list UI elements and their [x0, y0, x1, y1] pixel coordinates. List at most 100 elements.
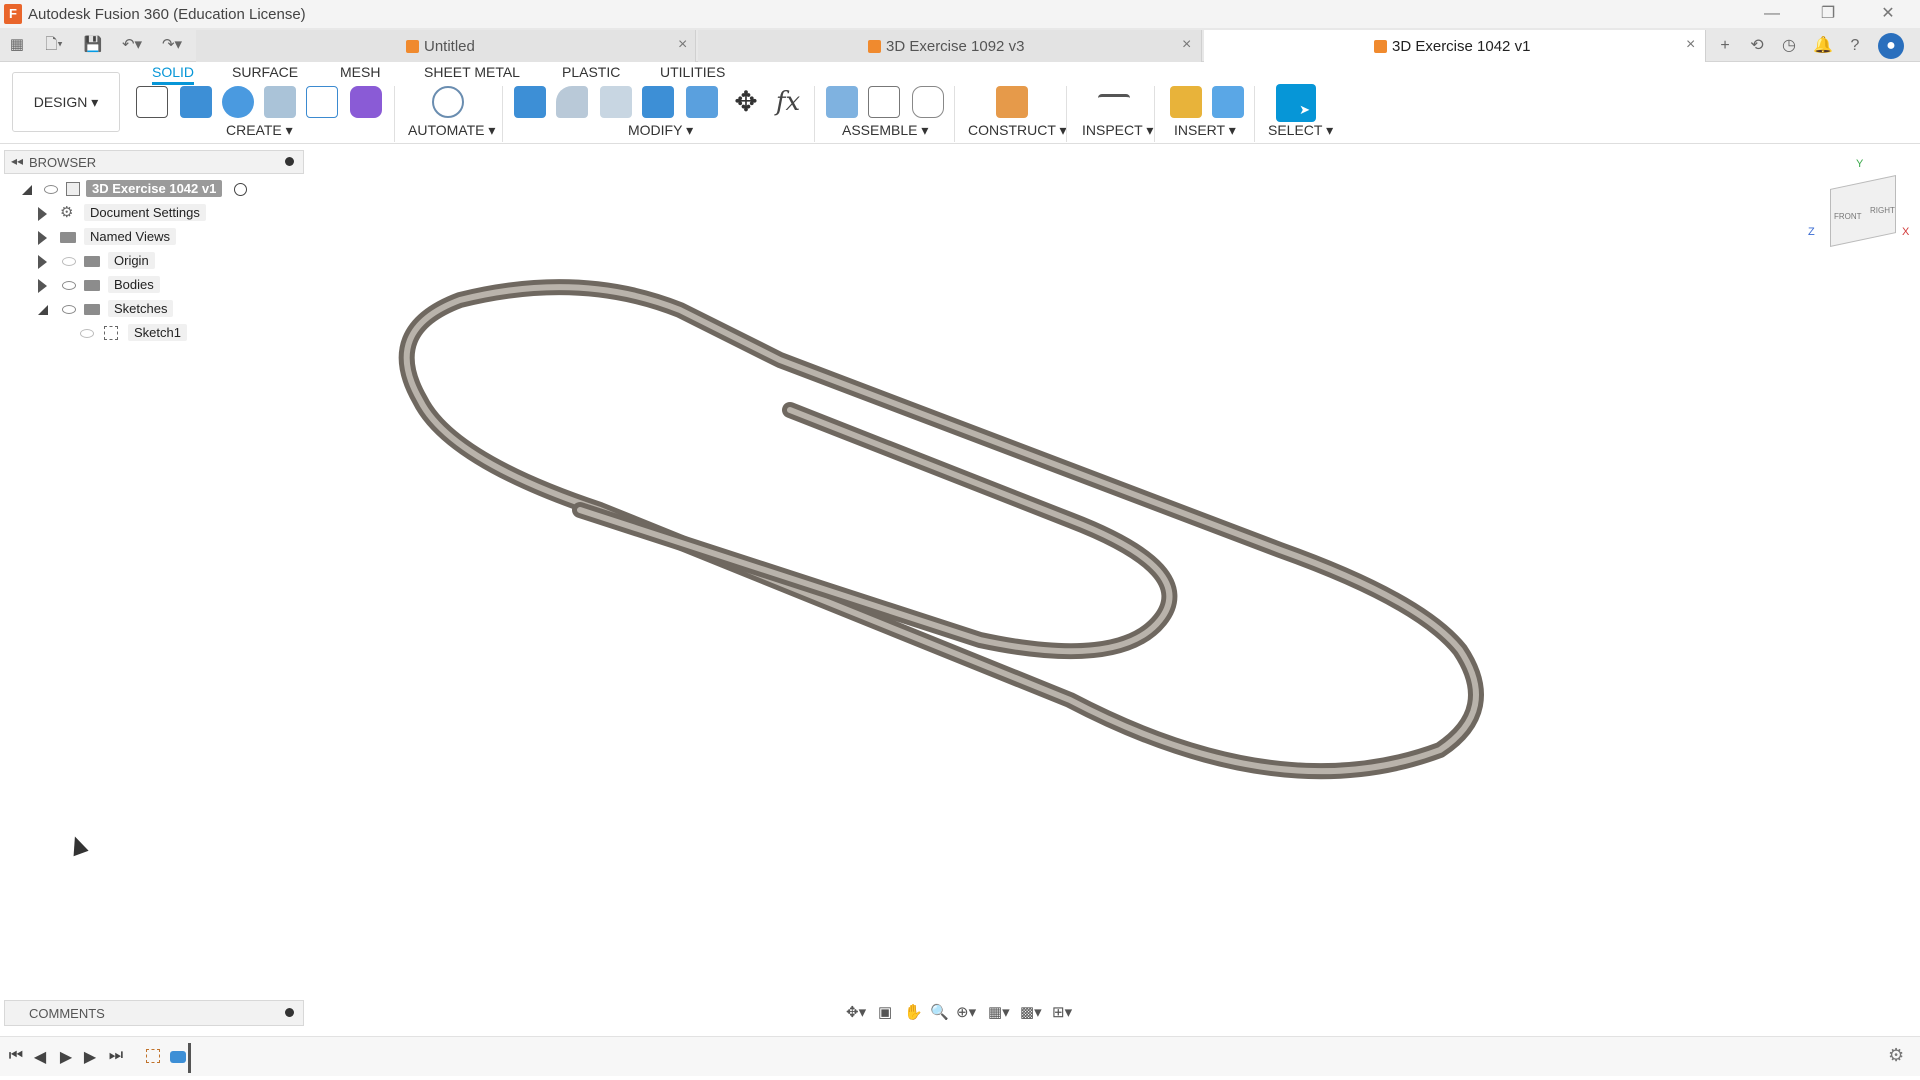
tree-item-document-settings[interactable]: ⚙ Document Settings [20, 204, 220, 224]
close-tab-icon[interactable]: × [678, 36, 687, 54]
new-tab-icon[interactable]: + [1712, 33, 1738, 59]
combine-icon[interactable] [642, 86, 674, 118]
press-pull-icon[interactable] [514, 86, 546, 118]
timeline-marker[interactable] [188, 1043, 191, 1073]
extensions-icon[interactable]: ⟲ [1744, 33, 1770, 59]
parameters-icon[interactable]: fx [772, 86, 804, 118]
workspace-switcher-button[interactable]: DESIGN ▾ [12, 72, 120, 132]
expand-triangle-icon[interactable] [38, 279, 47, 293]
revolve-icon[interactable] [222, 86, 254, 118]
extrude-icon[interactable] [180, 86, 212, 118]
expand-triangle-icon[interactable] [38, 231, 47, 245]
select-arrow-icon[interactable]: ➤ [1276, 84, 1316, 122]
job-status-icon[interactable]: ◷ [1776, 33, 1802, 59]
as-built-joint-icon[interactable] [912, 86, 944, 118]
fillet-icon[interactable] [556, 86, 588, 118]
pin-icon[interactable] [285, 157, 294, 166]
new-component-icon[interactable] [826, 86, 858, 118]
tab-surface[interactable]: SURFACE [232, 64, 298, 80]
tree-item-origin[interactable]: Origin [20, 252, 220, 272]
construct-menu[interactable]: CONSTRUCT ▾ [968, 122, 1067, 139]
gear-icon[interactable]: ⚙ [1888, 1045, 1904, 1066]
inspect-menu[interactable]: INSPECT ▾ [1082, 122, 1153, 139]
data-panel-grid-icon[interactable]: ▦ [6, 34, 28, 56]
create-sketch-icon[interactable] [136, 86, 168, 118]
undo-icon[interactable]: ↶▾ [116, 34, 148, 56]
offset-plane-icon[interactable] [996, 86, 1028, 118]
timeline-next-icon[interactable]: ▶ [80, 1047, 100, 1067]
viewcube[interactable]: FRONT RIGHT X Y Z [1808, 158, 1918, 260]
user-avatar[interactable]: ● [1878, 33, 1904, 59]
collapse-triangle-icon[interactable] [22, 185, 32, 195]
model-viewport[interactable] [380, 270, 1490, 830]
tab-untitled[interactable]: Untitled × [196, 30, 696, 62]
tree-item-sketch1[interactable]: Sketch1 [76, 324, 216, 344]
viewports-icon[interactable]: ⊞▾ [1052, 1003, 1072, 1021]
assemble-menu[interactable]: ASSEMBLE ▾ [842, 122, 928, 139]
timeline-sketch-feature-icon[interactable] [146, 1049, 160, 1063]
measure-icon[interactable] [1098, 94, 1130, 114]
pattern-icon[interactable] [306, 86, 338, 118]
look-at-icon[interactable]: ▣ [878, 1003, 892, 1021]
comments-panel-header[interactable]: COMMENTS [4, 1000, 304, 1026]
tree-root[interactable]: 3D Exercise 1042 v1 [20, 180, 260, 200]
create-menu[interactable]: CREATE ▾ [226, 122, 293, 139]
select-menu[interactable]: SELECT ▾ [1268, 122, 1333, 139]
hidden-eye-icon[interactable] [62, 257, 76, 266]
tree-item-bodies[interactable]: Bodies [20, 276, 220, 296]
visibility-eye-icon[interactable] [62, 281, 76, 290]
collapse-panel-icon[interactable]: ◂◂ [11, 154, 23, 168]
expand-triangle-icon[interactable] [38, 207, 47, 221]
collapse-triangle-icon[interactable] [38, 305, 48, 315]
insert-derive-icon[interactable] [1170, 86, 1202, 118]
tab-plastic[interactable]: PLASTIC [562, 64, 620, 80]
tab-solid[interactable]: SOLID [152, 64, 195, 85]
grid-settings-icon[interactable]: ▩▾ [1020, 1003, 1042, 1021]
hole-icon[interactable] [264, 86, 296, 118]
help-icon[interactable]: ? [1842, 33, 1868, 59]
insert-menu[interactable]: INSERT ▾ [1174, 122, 1236, 139]
insert-canvas-icon[interactable] [1212, 86, 1244, 118]
visibility-eye-icon[interactable] [44, 185, 58, 194]
tab-3d-exercise-1042[interactable]: 3D Exercise 1042 v1 × [1204, 30, 1706, 62]
shell-icon[interactable] [600, 86, 632, 118]
timeline-prev-icon[interactable]: ◀ [30, 1047, 50, 1067]
timeline-play-icon[interactable]: ▶ [56, 1047, 76, 1067]
fit-icon[interactable]: ⊕▾ [956, 1003, 976, 1021]
joint-icon[interactable] [868, 86, 900, 118]
modify-menu[interactable]: MODIFY ▾ [628, 122, 693, 139]
minimize-button[interactable]: — [1752, 2, 1792, 26]
add-comment-icon[interactable] [285, 1008, 294, 1017]
save-icon[interactable]: 💾 [82, 34, 104, 56]
pan-icon[interactable]: ✋ [904, 1003, 923, 1021]
display-settings-icon[interactable]: ▦▾ [988, 1003, 1010, 1021]
browser-panel-header[interactable]: ◂◂ BROWSER [4, 150, 304, 174]
tree-item-sketches[interactable]: Sketches [20, 300, 220, 320]
move-icon[interactable]: ✥ [730, 86, 762, 118]
file-menu-icon[interactable]: 🗋▾ [38, 34, 70, 56]
timeline-first-icon[interactable]: ⏮ [6, 1047, 26, 1065]
close-tab-icon[interactable]: × [1686, 36, 1695, 54]
hidden-eye-icon[interactable] [80, 329, 94, 338]
tab-3d-exercise-1092[interactable]: 3D Exercise 1092 v3 × [698, 30, 1202, 62]
visibility-eye-icon[interactable] [62, 305, 76, 314]
form-icon[interactable] [350, 86, 382, 118]
redo-icon[interactable]: ↷▾ [156, 34, 188, 56]
tab-utilities[interactable]: UTILITIES [660, 64, 725, 80]
automate-icon[interactable] [432, 86, 464, 118]
zoom-icon[interactable]: 🔍 [930, 1003, 949, 1021]
expand-triangle-icon[interactable] [38, 255, 47, 269]
orbit-icon[interactable]: ✥▾ [846, 1003, 866, 1021]
active-component-radio-icon[interactable] [234, 183, 247, 196]
close-window-button[interactable]: ✕ [1868, 2, 1908, 26]
notifications-icon[interactable]: 🔔 [1810, 33, 1836, 59]
tab-sheet-metal[interactable]: SHEET METAL [424, 64, 520, 80]
timeline-sweep-feature-icon[interactable] [170, 1051, 186, 1063]
close-tab-icon[interactable]: × [1182, 36, 1191, 54]
tab-mesh[interactable]: MESH [340, 64, 380, 80]
timeline-last-icon[interactable]: ⏭ [106, 1047, 126, 1065]
tree-item-named-views[interactable]: Named Views [20, 228, 220, 248]
automate-menu[interactable]: AUTOMATE ▾ [408, 122, 495, 139]
split-body-icon[interactable] [686, 86, 718, 118]
restore-button[interactable]: ❐ [1808, 2, 1848, 26]
